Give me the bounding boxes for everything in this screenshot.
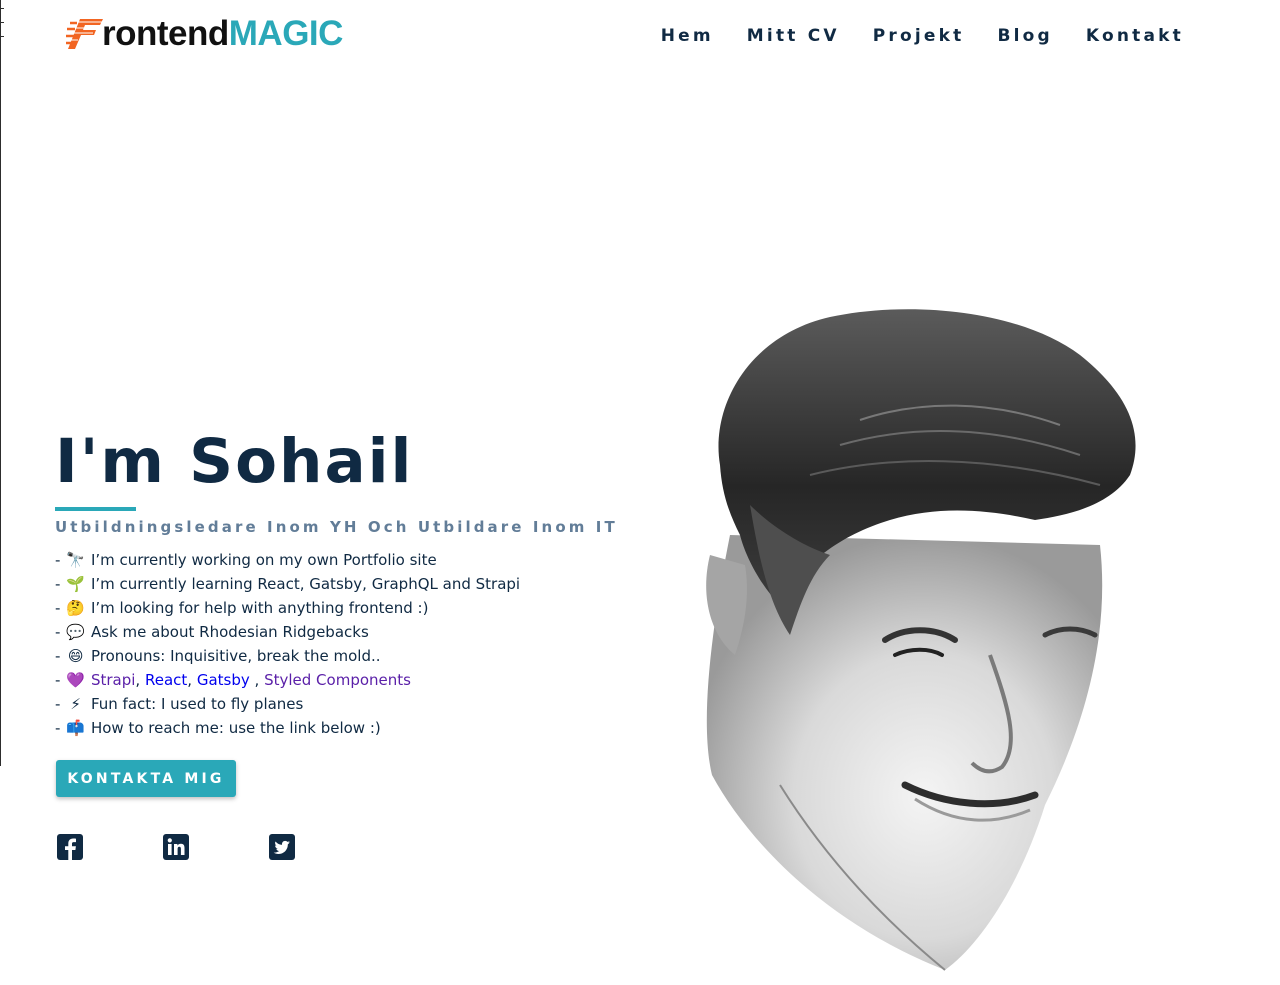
fact-prefix: - [55,647,66,665]
lightning-icon: ⚡ [70,695,81,713]
fact-prefix: - [55,575,66,593]
purple-heart-icon: 💜 [66,671,86,689]
left-edge-rule [0,0,1,766]
nav-link-blog[interactable]: Blog [997,25,1052,47]
logo-text-frontend: rontend [102,14,229,53]
fact-item: - 🤔 I’m looking for help with anything f… [55,596,655,620]
hero-section: I'm Sohail Utbildningsledare Inom YH Och… [55,426,655,740]
fact-item: - 💬 Ask me about Rhodesian Ridgebacks [55,620,655,644]
link-strapi[interactable]: Strapi [91,671,135,689]
smiling-face-icon: 😄 [67,647,84,665]
link-react[interactable]: React [145,671,187,689]
thinking-face-icon: 🤔 [66,599,86,617]
portrait-photo [706,309,1136,971]
main-nav: Hem Mitt CV Projekt Blog Kontakt [661,25,1184,47]
fact-prefix: - [55,551,66,569]
link-styled-components[interactable]: Styled Components [264,671,411,689]
fact-item: - 🔭 I’m currently working on my own Port… [55,548,655,572]
fact-item: - ⚡ Fun fact: I used to fly planes [55,692,655,716]
fact-text: Pronouns: Inquisitive, break the mold.. [86,647,381,665]
fact-prefix: - [55,671,66,689]
hero-subtitle: Utbildningsledare Inom YH Och Utbildare … [55,518,618,536]
nav-link-mitt-cv[interactable]: Mitt CV [747,25,840,47]
site-logo[interactable]: rontendMAGIC [66,14,343,54]
logo-wordmark: rontendMAGIC [102,14,343,54]
nav-link-projekt[interactable]: Projekt [873,25,965,47]
facts-list: - 🔭 I’m currently working on my own Port… [55,548,655,740]
logo-mark-icon [66,19,103,49]
fact-text: I’m currently working on my own Portfoli… [86,551,437,569]
logo-text-magic: MAGIC [228,14,344,53]
telescope-icon: 🔭 [66,551,86,569]
speech-bubble-icon: 💬 [66,623,86,641]
link-separator: , [135,671,141,689]
nav-link-kontakt[interactable]: Kontakt [1086,25,1184,47]
facebook-icon[interactable] [57,834,83,860]
fact-text: I’m currently learning React, Gatsby, Gr… [86,575,521,593]
hero-title: I'm Sohail [55,426,414,497]
site-header: rontendMAGIC Hem Mitt CV Projekt Blog Ko… [0,0,1280,72]
fact-item: - 📫 How to reach me: use the link below … [55,716,655,740]
seedling-icon: 🌱 [66,575,86,593]
fact-text: Ask me about Rhodesian Ridgebacks [86,623,369,641]
link-separator: , [249,671,265,689]
mailbox-icon: 📫 [66,719,86,737]
twitter-icon[interactable] [269,834,295,860]
fact-item-tech-links: - 💜 Strapi, React, Gatsby , Styled Compo… [55,668,655,692]
link-gatsby[interactable]: Gatsby [197,671,250,689]
contact-me-button[interactable]: KONTAKTA MIG [56,760,236,797]
fact-text: Fun fact: I used to fly planes [86,695,304,713]
title-underline [55,507,136,511]
fact-text: I’m looking for help with anything front… [86,599,429,617]
fact-prefix: - [55,599,66,617]
nav-link-hem[interactable]: Hem [661,25,714,47]
link-separator: , [187,671,193,689]
fact-item: - 😄 Pronouns: Inquisitive, break the mol… [55,644,655,668]
fact-prefix: - [55,695,66,713]
fact-prefix: - [55,719,66,737]
fact-text: How to reach me: use the link below :) [86,719,381,737]
fact-item: - 🌱 I’m currently learning React, Gatsby… [55,572,655,596]
linkedin-icon[interactable] [163,834,189,860]
fact-prefix: - [55,623,66,641]
